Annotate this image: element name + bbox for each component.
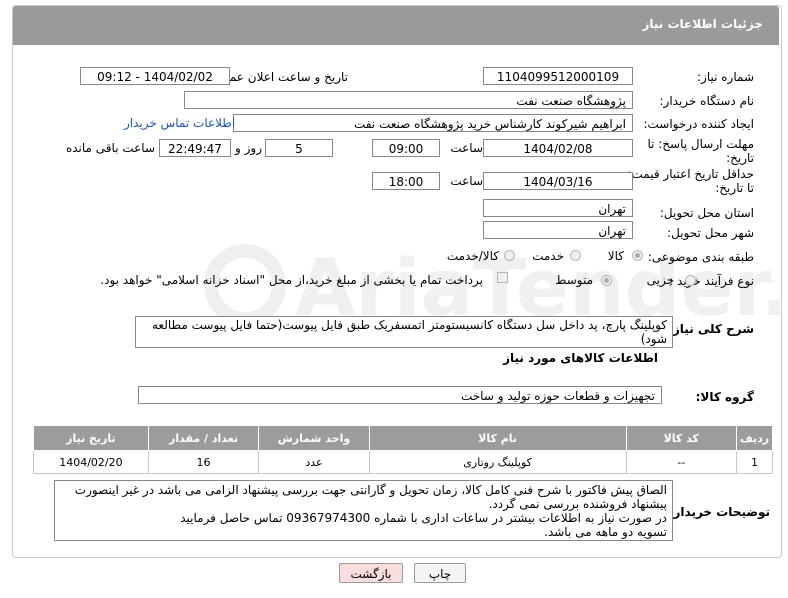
col-header-row: ردیف [735, 425, 774, 451]
col-header-code: کد کالا [625, 425, 737, 451]
description-label: شرح کلی نیاز: [668, 322, 754, 336]
col-header-date: تاریخ نیاز [33, 425, 149, 451]
requester-field: ابراهیم شیرکوند کارشناس خرید پژوهشگاه صن… [233, 114, 633, 132]
category-label: طبقه بندی موضوعی: [647, 250, 754, 264]
description-textarea: کوپلینگ پارچ، پد داخل سل دستگاه کانسیستو… [135, 316, 673, 348]
goods-table: ردیف کد کالا نام کالا واحد شمارش تعداد /… [33, 425, 774, 474]
treasury-payment-checkbox[interactable] [497, 272, 508, 283]
contact-info-link[interactable]: اطلاعات تماس خریدار [124, 116, 235, 130]
goods-section-title: اطلاعات کالاهای مورد نیاز [503, 351, 658, 365]
category-radio-goods[interactable] [632, 250, 643, 261]
process-label: نوع فرآیند خرید : [669, 274, 754, 288]
days-label: روز و [235, 141, 262, 155]
category-radio-goods-service[interactable] [504, 250, 515, 261]
cell-qty: 16 [147, 450, 260, 474]
panel-header: جزئیات اطلاعات نیاز [13, 6, 779, 45]
need-number-label: شماره نیاز: [697, 70, 754, 84]
back-button[interactable]: بازگشت [339, 563, 403, 583]
deadline-time-field: 09:00 [372, 139, 440, 157]
announce-field: 1404/02/02 - 09:12 [80, 67, 230, 85]
validity-label: حداقل تاریخ اعتبار قیمت: [627, 167, 754, 181]
buyer-notes-textarea: الصاق پیش فاکتور با شرح فنی کامل کالا، ز… [54, 480, 673, 541]
category-option-goods-service: کالا/خدمت [446, 249, 499, 263]
delivery-province-label: استان محل تحویل: [659, 206, 754, 220]
deadline-label-date: تاریخ: [726, 151, 754, 165]
cell-date: 1404/02/20 [33, 450, 149, 474]
buyer-notes-label: توضیحات خریدار: [668, 505, 770, 519]
requester-label: ایجاد کننده درخواست: [643, 117, 754, 131]
buyer-notes-line: تسویه دو ماهه می باشد. [544, 525, 667, 539]
payment-note: پرداخت تمام یا بخشی از مبلغ خرید،از محل … [100, 273, 483, 287]
deadline-label: مهلت ارسال پاسخ: تا [647, 137, 754, 151]
delivery-city-label: شهر محل تحویل: [667, 226, 754, 240]
buyer-notes-line: پیشنهاد فروشنده بررسی نمی گردد. [488, 497, 667, 511]
days-field: 5 [265, 139, 333, 157]
delivery-province-field: تهران [483, 199, 633, 217]
cell-name: کوپلینگ روتاری [368, 450, 627, 474]
buyer-notes-line: الصاق پیش فاکتور با شرح فنی کامل کالا، ز… [74, 483, 667, 497]
buyer-org-label: نام دستگاه خریدار: [659, 94, 755, 108]
table-row: 1 -- کوپلینگ روتاری عدد 16 1404/02/20 [33, 450, 774, 474]
remaining-time-field: 22:49:47 [159, 139, 231, 157]
validity-time-label: ساعت [450, 174, 483, 188]
col-header-name: نام کالا [368, 425, 627, 451]
validity-label-date: تا تاریخ: [715, 181, 754, 195]
col-header-qty: تعداد / مقدار [147, 425, 260, 451]
validity-date-field: 1404/03/16 [483, 172, 633, 190]
cell-unit: عدد [258, 450, 370, 474]
process-radio-medium[interactable] [601, 275, 612, 286]
category-option-service: خدمت [532, 249, 564, 263]
cell-row-number: 1 [735, 450, 774, 474]
process-option-minor: جزیی [646, 273, 674, 287]
category-option-goods: کالا [607, 249, 624, 263]
deadline-date-field: 1404/02/08 [483, 139, 633, 157]
goods-group-label: گروه کالا: [695, 390, 754, 404]
process-radio-minor[interactable] [685, 275, 696, 286]
validity-time-field: 18:00 [372, 172, 440, 190]
category-radio-service[interactable] [570, 250, 581, 261]
cell-code: -- [625, 450, 737, 474]
print-button[interactable]: چاپ [414, 563, 466, 583]
goods-group-field: تجهیزات و قطعات حوزه تولید و ساخت [138, 386, 662, 404]
process-option-medium: متوسط [555, 273, 593, 287]
deadline-time-label: ساعت [450, 141, 483, 155]
remaining-label: ساعت باقی مانده [65, 141, 155, 155]
col-header-unit: واحد شمارش [258, 425, 370, 451]
need-number-field: 1104099512000109 [483, 67, 633, 85]
buyer-org-field: پژوهشگاه صنعت نفت [184, 91, 633, 109]
buyer-notes-line: در صورت نیاز به اطلاعات بیشتر در ساعات ا… [180, 511, 667, 525]
delivery-city-field: تهران [483, 221, 633, 239]
page-title: جزئیات اطلاعات نیاز [642, 17, 763, 31]
